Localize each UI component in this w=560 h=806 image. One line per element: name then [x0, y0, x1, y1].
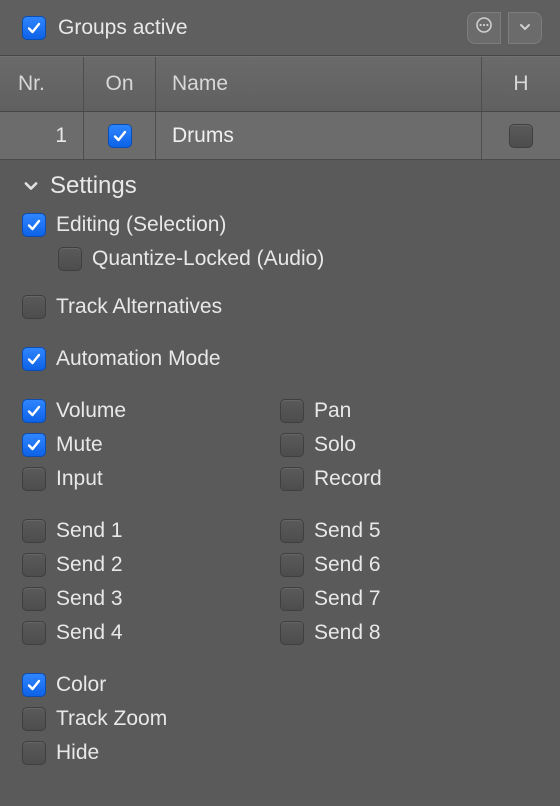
groups-active-label: Groups active	[58, 16, 188, 40]
column-header-on[interactable]: On	[84, 57, 156, 111]
pan-checkbox[interactable]	[280, 399, 304, 423]
options-grid-sends: Send 1 Send 5 Send 2 Send 6 Send 3 Send …	[0, 514, 560, 650]
cell-nr: 1	[0, 112, 84, 159]
input-label: Input	[56, 467, 103, 491]
topbar-left: Groups active	[22, 16, 188, 40]
option-send8: Send 8	[280, 616, 560, 650]
send1-label: Send 1	[56, 519, 123, 543]
automation-mode-checkbox[interactable]	[22, 347, 46, 371]
ellipsis-circle-icon	[475, 16, 493, 40]
send6-checkbox[interactable]	[280, 553, 304, 577]
send1-checkbox[interactable]	[22, 519, 46, 543]
row-h-checkbox[interactable]	[509, 124, 533, 148]
option-track-alternatives: Track Alternatives	[0, 290, 560, 324]
option-automation-mode: Automation Mode	[0, 342, 560, 376]
hide-label: Hide	[56, 741, 99, 765]
option-send7: Send 7	[280, 582, 560, 616]
send4-label: Send 4	[56, 621, 123, 645]
option-mute: Mute	[0, 428, 280, 462]
track-alternatives-checkbox[interactable]	[22, 295, 46, 319]
option-color: Color	[0, 668, 560, 702]
solo-label: Solo	[314, 433, 356, 457]
column-header-nr-label: Nr.	[18, 72, 45, 96]
cell-name[interactable]: Drums	[156, 112, 482, 159]
record-checkbox[interactable]	[280, 467, 304, 491]
track-alternatives-label: Track Alternatives	[56, 295, 222, 319]
send7-checkbox[interactable]	[280, 587, 304, 611]
groups-panel: Groups active Nr.	[0, 0, 560, 806]
settings-title: Settings	[50, 172, 137, 200]
option-record: Record	[280, 462, 560, 496]
send3-checkbox[interactable]	[22, 587, 46, 611]
chevron-down-icon	[22, 177, 40, 195]
automation-mode-label: Automation Mode	[56, 347, 221, 371]
input-checkbox[interactable]	[22, 467, 46, 491]
table-row[interactable]: 1 Drums	[0, 112, 560, 160]
topbar: Groups active	[0, 0, 560, 56]
option-send4: Send 4	[0, 616, 280, 650]
settings-section: Settings Editing (Selection) Quantize-Lo…	[0, 160, 560, 806]
send2-checkbox[interactable]	[22, 553, 46, 577]
color-checkbox[interactable]	[22, 673, 46, 697]
column-header-name-label: Name	[172, 72, 228, 96]
column-header-nr[interactable]: Nr.	[0, 57, 84, 111]
cell-on	[84, 112, 156, 159]
groups-active-checkbox[interactable]	[22, 16, 46, 40]
solo-checkbox[interactable]	[280, 433, 304, 457]
send8-checkbox[interactable]	[280, 621, 304, 645]
cell-nr-text: 1	[55, 124, 67, 148]
editing-selection-checkbox[interactable]	[22, 213, 46, 237]
send5-label: Send 5	[314, 519, 381, 543]
panel-menu-button[interactable]	[467, 12, 501, 44]
editing-selection-label: Editing (Selection)	[56, 213, 226, 237]
send8-label: Send 8	[314, 621, 381, 645]
cell-name-text: Drums	[172, 124, 234, 148]
option-send3: Send 3	[0, 582, 280, 616]
send2-label: Send 2	[56, 553, 123, 577]
hide-checkbox[interactable]	[22, 741, 46, 765]
send7-label: Send 7	[314, 587, 381, 611]
track-zoom-checkbox[interactable]	[22, 707, 46, 731]
option-hide: Hide	[0, 736, 560, 770]
cell-h	[482, 112, 560, 159]
option-send6: Send 6	[280, 548, 560, 582]
send3-label: Send 3	[56, 587, 123, 611]
volume-checkbox[interactable]	[22, 399, 46, 423]
option-input: Input	[0, 462, 280, 496]
options-grid-mix: Volume Pan Mute Solo Input Record	[0, 394, 560, 496]
record-label: Record	[314, 467, 382, 491]
column-header-h-label: H	[513, 72, 528, 96]
topbar-right	[467, 12, 542, 44]
mute-label: Mute	[56, 433, 103, 457]
column-header-h[interactable]: H	[482, 57, 560, 111]
send6-label: Send 6	[314, 553, 381, 577]
track-zoom-label: Track Zoom	[56, 707, 167, 731]
option-quantize-locked: Quantize-Locked (Audio)	[0, 242, 560, 276]
option-volume: Volume	[0, 394, 280, 428]
quantize-locked-label: Quantize-Locked (Audio)	[92, 247, 324, 271]
send5-checkbox[interactable]	[280, 519, 304, 543]
mute-checkbox[interactable]	[22, 433, 46, 457]
option-pan: Pan	[280, 394, 560, 428]
pan-label: Pan	[314, 399, 351, 423]
table-header: Nr. On Name H	[0, 56, 560, 112]
column-header-name[interactable]: Name	[156, 57, 482, 111]
send4-checkbox[interactable]	[22, 621, 46, 645]
volume-label: Volume	[56, 399, 126, 423]
chevron-down-icon	[518, 16, 532, 40]
panel-dropdown-button[interactable]	[508, 12, 542, 44]
option-send1: Send 1	[0, 514, 280, 548]
row-on-checkbox[interactable]	[108, 124, 132, 148]
color-label: Color	[56, 673, 106, 697]
column-header-on-label: On	[105, 72, 133, 96]
settings-header[interactable]: Settings	[0, 168, 560, 208]
option-track-zoom: Track Zoom	[0, 702, 560, 736]
quantize-locked-checkbox[interactable]	[58, 247, 82, 271]
option-send5: Send 5	[280, 514, 560, 548]
option-send2: Send 2	[0, 548, 280, 582]
option-solo: Solo	[280, 428, 560, 462]
option-editing-selection: Editing (Selection)	[0, 208, 560, 242]
